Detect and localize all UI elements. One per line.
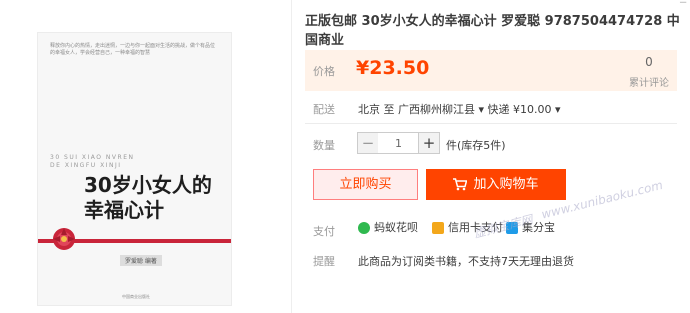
divider (305, 123, 677, 124)
watermark-cn: 虚拟宝库网 (472, 212, 535, 241)
shipping-label: 配送 (313, 103, 335, 116)
stock-text: 件(库存5件) (446, 139, 506, 152)
price-value: ¥23.50 (356, 57, 430, 79)
quantity-label: 数量 (313, 139, 335, 152)
book-author: 罗爱聪 编著 (120, 255, 162, 266)
buy-now-button[interactable]: 立即购买 (313, 169, 418, 200)
book-cover-blurb: 释放你内心的热情，走出迷惘，一边与你一起面对生活的挑战，做个有品位的幸福女人，学… (50, 43, 216, 56)
payment-huabei[interactable]: 蚂蚁花呗 (358, 221, 418, 235)
book-cover-pinyin: 30 SUI XIAO NVREN DE XINGFU XINJI (50, 154, 134, 170)
credit-card-icon (432, 222, 444, 234)
top-cut-text: ▁ (680, 0, 686, 3)
payment-label: 支付 (313, 225, 335, 238)
price-label: 价格 (313, 65, 335, 78)
book-cover: 释放你内心的热情，走出迷惘，一边与你一起面对生活的挑战，做个有品位的幸福女人，学… (38, 33, 231, 305)
pinyin-line-2: DE XINGFU XINJI (50, 162, 122, 169)
product-image-frame[interactable]: 释放你内心的热情，走出迷惘，一边与你一起面对生活的挑战，做个有品位的幸福女人，学… (0, 0, 292, 313)
add-to-cart-label: 加入购物车 (473, 177, 539, 192)
ant-huabei-icon (358, 222, 370, 234)
add-to-cart-button[interactable]: 加入购物车 (426, 169, 566, 200)
book-title-line-1: 30岁小女人的 (84, 173, 212, 197)
shopping-cart-icon (453, 178, 468, 191)
book-title-line-2: 幸福心计 (84, 198, 164, 222)
quantity-decrease-button[interactable]: − (357, 132, 379, 154)
payment-huabei-label: 蚂蚁花呗 (374, 221, 418, 234)
quantity-input[interactable]: 1 (378, 132, 419, 154)
tips-label: 提醒 (313, 255, 335, 268)
shipping-selector[interactable]: 北京 至 广西柳州柳江县 ▾ 快递 ¥10.00 ▾ (358, 101, 561, 117)
book-cover-title: 30岁小女人的 幸福心计 (84, 173, 212, 223)
pinyin-line-1: 30 SUI XIAO NVREN (50, 154, 135, 161)
quantity-increase-button[interactable]: + (418, 132, 440, 154)
review-count-label[interactable]: 累计评论 (621, 74, 677, 89)
book-publisher: 中国商业出版社 (122, 294, 150, 299)
bow-icon (53, 228, 75, 250)
product-title: 正版包邮 30岁小女人的幸福心计 罗爱聪 9787504474728 中国商业 (305, 14, 680, 48)
review-count[interactable]: 0 (634, 55, 664, 69)
tips-text: 此商品为订阅类书籍，不支持7天无理由退货 (358, 255, 574, 268)
